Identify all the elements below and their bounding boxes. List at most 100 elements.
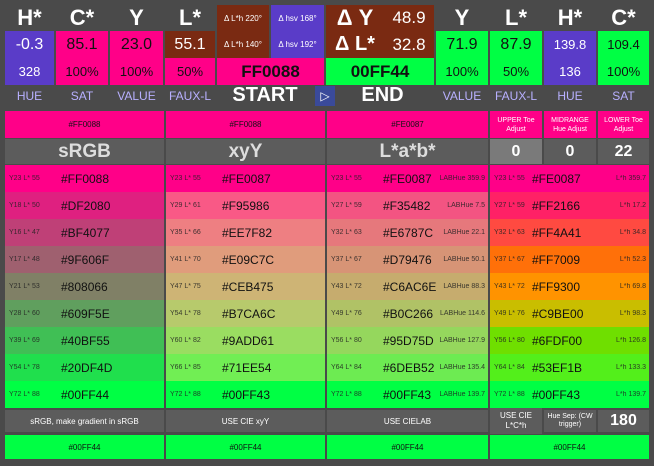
swatch-cell[interactable]: Y37 L* 67 #FF7009 L*h 52.3 xyxy=(490,246,649,273)
use-cie-xyy-button[interactable]: USE CIE xyY xyxy=(166,410,325,432)
table-row: Y72 L* 88 #00FF44 Y72 L* 88 #00FF43 Y72 L* 8… xyxy=(5,381,649,408)
swatch-cell[interactable]: Y66 L* 85 #71EE54 xyxy=(166,354,325,381)
y-left-label: Y xyxy=(110,5,163,31)
swatch-cell[interactable]: Y23 L* 55 #FE0087 xyxy=(166,165,325,192)
swatch-cell[interactable]: Y35 L* 66 #EE7F82 xyxy=(166,219,325,246)
delta-lh-top: Δ L*h 220° xyxy=(217,5,269,31)
hue-angle-label: LABHue 139.7 xyxy=(439,391,485,398)
sat-right-input[interactable]: 100% xyxy=(598,58,649,85)
swatch-cell[interactable]: Y23 L* 55 #FE0087 LABHue 359.9 xyxy=(327,165,488,192)
swatch-cell[interactable]: Y41 L* 70 #E09C7C xyxy=(166,246,325,273)
swatch-cell[interactable]: Y72 L* 88 #00FF43 L*h 139.7 xyxy=(490,381,649,408)
swatch-cell[interactable]: Y29 L* 61 #F95986 xyxy=(166,192,325,219)
lower-toe-input[interactable]: 22 xyxy=(598,139,649,164)
hue-angle-label: LABHue 359.9 xyxy=(439,175,485,182)
hue-angle-label: L*h 17.2 xyxy=(619,202,646,209)
swatch-cell[interactable]: Y72 L* 88 #00FF43 xyxy=(166,381,325,408)
end-label: END xyxy=(361,84,404,106)
faux-right-input[interactable]: 50% xyxy=(490,58,542,85)
swatch-cell[interactable]: Y23 L* 55 #FE0087 L*h 359.7 xyxy=(490,165,649,192)
hex-label: #808066 xyxy=(61,279,108,294)
luminance-label: Y32 L* 63 xyxy=(494,229,525,236)
swatch-cell[interactable]: Y17 L* 48 #9F606F xyxy=(5,246,164,273)
swatch-cell[interactable]: Y47 L* 75 #CEB475 xyxy=(166,273,325,300)
use-cielab-button[interactable]: USE CIELAB xyxy=(327,410,488,432)
swatch-cell[interactable]: Y21 L* 53 #808066 xyxy=(5,273,164,300)
start-hex-input[interactable]: FF0088 xyxy=(217,58,324,85)
hue-angle-label: L*h 133.3 xyxy=(616,364,646,371)
luminance-label: Y37 L* 67 xyxy=(494,256,525,263)
hue-angle-label: L*h 126.8 xyxy=(616,337,646,344)
swatch-cell[interactable]: Y23 L* 55 #FF0088 xyxy=(5,165,164,192)
hue-angle-label: LABHue 7.5 xyxy=(447,202,485,209)
swatch-cell[interactable]: Y39 L* 69 #40BF55 xyxy=(5,327,164,354)
faux-left-input[interactable]: 50% xyxy=(165,58,215,85)
hue-left-input[interactable]: 328 xyxy=(5,58,54,85)
swatch-cell[interactable]: Y43 L* 72 #C6AC6E LABHue 88.3 xyxy=(327,273,488,300)
luminance-label: Y23 L* 55 xyxy=(9,175,40,182)
srgb-gradient-button[interactable]: sRGB, make gradient in sRGB xyxy=(5,410,164,432)
luminance-label: Y27 L* 59 xyxy=(494,202,525,209)
swatch-cell[interactable]: Y60 L* 82 #9ADD61 xyxy=(166,327,325,354)
hue-angle-label: L*h 34.8 xyxy=(619,229,646,236)
left-hue-value: -0.3 xyxy=(5,31,54,58)
luminance-label: Y23 L* 55 xyxy=(494,175,525,182)
luminance-label: Y72 L* 88 xyxy=(170,391,201,398)
sat-left-input[interactable]: 100% xyxy=(56,58,108,85)
hue-angle-label: L*h 359.7 xyxy=(616,175,646,182)
hex-label: #FF7009 xyxy=(532,252,581,267)
cstar-right-label: C* xyxy=(598,5,649,31)
delta-hsv-bottom: Δ hsv 192° xyxy=(271,31,324,58)
swatch-cell[interactable]: Y37 L* 67 #D79476 LABHue 50.1 xyxy=(327,246,488,273)
lstar-left-label: L* xyxy=(165,5,215,31)
end-hex-input[interactable]: 00FF44 xyxy=(326,58,434,85)
swatch-cell[interactable]: Y49 L* 76 #C9BE00 L*h 98.3 xyxy=(490,300,649,327)
hex-label: #95D75D xyxy=(383,333,434,348)
swatch-cell[interactable]: Y64 L* 84 #6DEB52 LABHue 135.4 xyxy=(327,354,488,381)
hue-angle-label: LABHue 135.4 xyxy=(439,364,485,371)
value-left-caption: VALUE xyxy=(117,89,156,103)
swatch-cell[interactable]: Y32 L* 63 #E6787C LABHue 22.1 xyxy=(327,219,488,246)
swap-button[interactable]: ▷ xyxy=(315,86,335,106)
right-y-value: 71.9 xyxy=(436,31,488,58)
hue-angle-label: LABHue 50.1 xyxy=(443,256,485,263)
swatch-cell[interactable]: Y54 L* 78 #20DF4D xyxy=(5,354,164,381)
swatch-cell[interactable]: Y18 L* 50 #DF2080 xyxy=(5,192,164,219)
midrange-input[interactable]: 0 xyxy=(544,139,596,164)
delta-y-label: Δ Y xyxy=(326,5,384,31)
midrange-label: MIDRANGE Hue Adjust xyxy=(544,111,596,138)
swatch-cell[interactable]: Y49 L* 76 #B0C266 LABHue 114.6 xyxy=(327,300,488,327)
swatch-cell[interactable]: Y56 L* 80 #95D75D LABHue 127.9 xyxy=(327,327,488,354)
swatch-cell[interactable]: Y64 L* 84 #53EF1B L*h 133.3 xyxy=(490,354,649,381)
luminance-label: Y35 L* 66 xyxy=(170,229,201,236)
luminance-label: Y66 L* 85 xyxy=(170,364,201,371)
luminance-label: Y23 L* 55 xyxy=(170,175,201,182)
swatch-cell[interactable]: Y27 L* 59 #F35482 LABHue 7.5 xyxy=(327,192,488,219)
swatch-cell[interactable]: Y56 L* 80 #6FDF00 L*h 126.8 xyxy=(490,327,649,354)
hue-right-input[interactable]: 136 xyxy=(544,58,596,85)
use-cie-lch-button[interactable]: USE CIE L*C*h xyxy=(490,408,542,434)
hue-sep-input[interactable]: 180 xyxy=(598,410,649,432)
swatch-cell[interactable]: Y16 L* 47 #BF4077 xyxy=(5,219,164,246)
sat-left-caption: SAT xyxy=(70,89,94,103)
upper-toe-label: UPPER Toe Adjust xyxy=(490,111,542,138)
luminance-label: Y28 L* 60 xyxy=(9,310,40,317)
swatch-cell[interactable]: Y72 L* 88 #00FF43 LABHue 139.7 xyxy=(327,381,488,408)
swatch-cell[interactable]: Y28 L* 60 #609F5E xyxy=(5,300,164,327)
value-right-input[interactable]: 100% xyxy=(436,58,488,85)
value-left-input[interactable]: 100% xyxy=(110,58,163,85)
lab-start-hex: #FE0087 xyxy=(327,111,488,138)
delta-hsv-top: Δ hsv 168° xyxy=(271,5,324,31)
lab-section-header: L*a*b* xyxy=(327,139,488,164)
luminance-label: Y43 L* 72 xyxy=(331,283,362,290)
swatch-cell[interactable]: Y72 L* 88 #00FF44 xyxy=(5,381,164,408)
table-row: Y18 L* 50 #DF2080 Y29 L* 61 #F95986 Y27 L* 5… xyxy=(5,192,649,219)
swatch-cell[interactable]: Y27 L* 59 #FF2166 L*h 17.2 xyxy=(490,192,649,219)
upper-toe-input[interactable]: 0 xyxy=(490,139,542,164)
lstar-right-label: L* xyxy=(490,5,542,31)
swatch-cell[interactable]: Y43 L* 72 #FF9300 L*h 69.8 xyxy=(490,273,649,300)
left-chroma-value: 85.1 xyxy=(56,31,108,58)
hex-label: #C9BE00 xyxy=(532,306,584,321)
swatch-cell[interactable]: Y54 L* 78 #B7CA6C xyxy=(166,300,325,327)
swatch-cell[interactable]: Y32 L* 63 #FF4A41 L*h 34.8 xyxy=(490,219,649,246)
